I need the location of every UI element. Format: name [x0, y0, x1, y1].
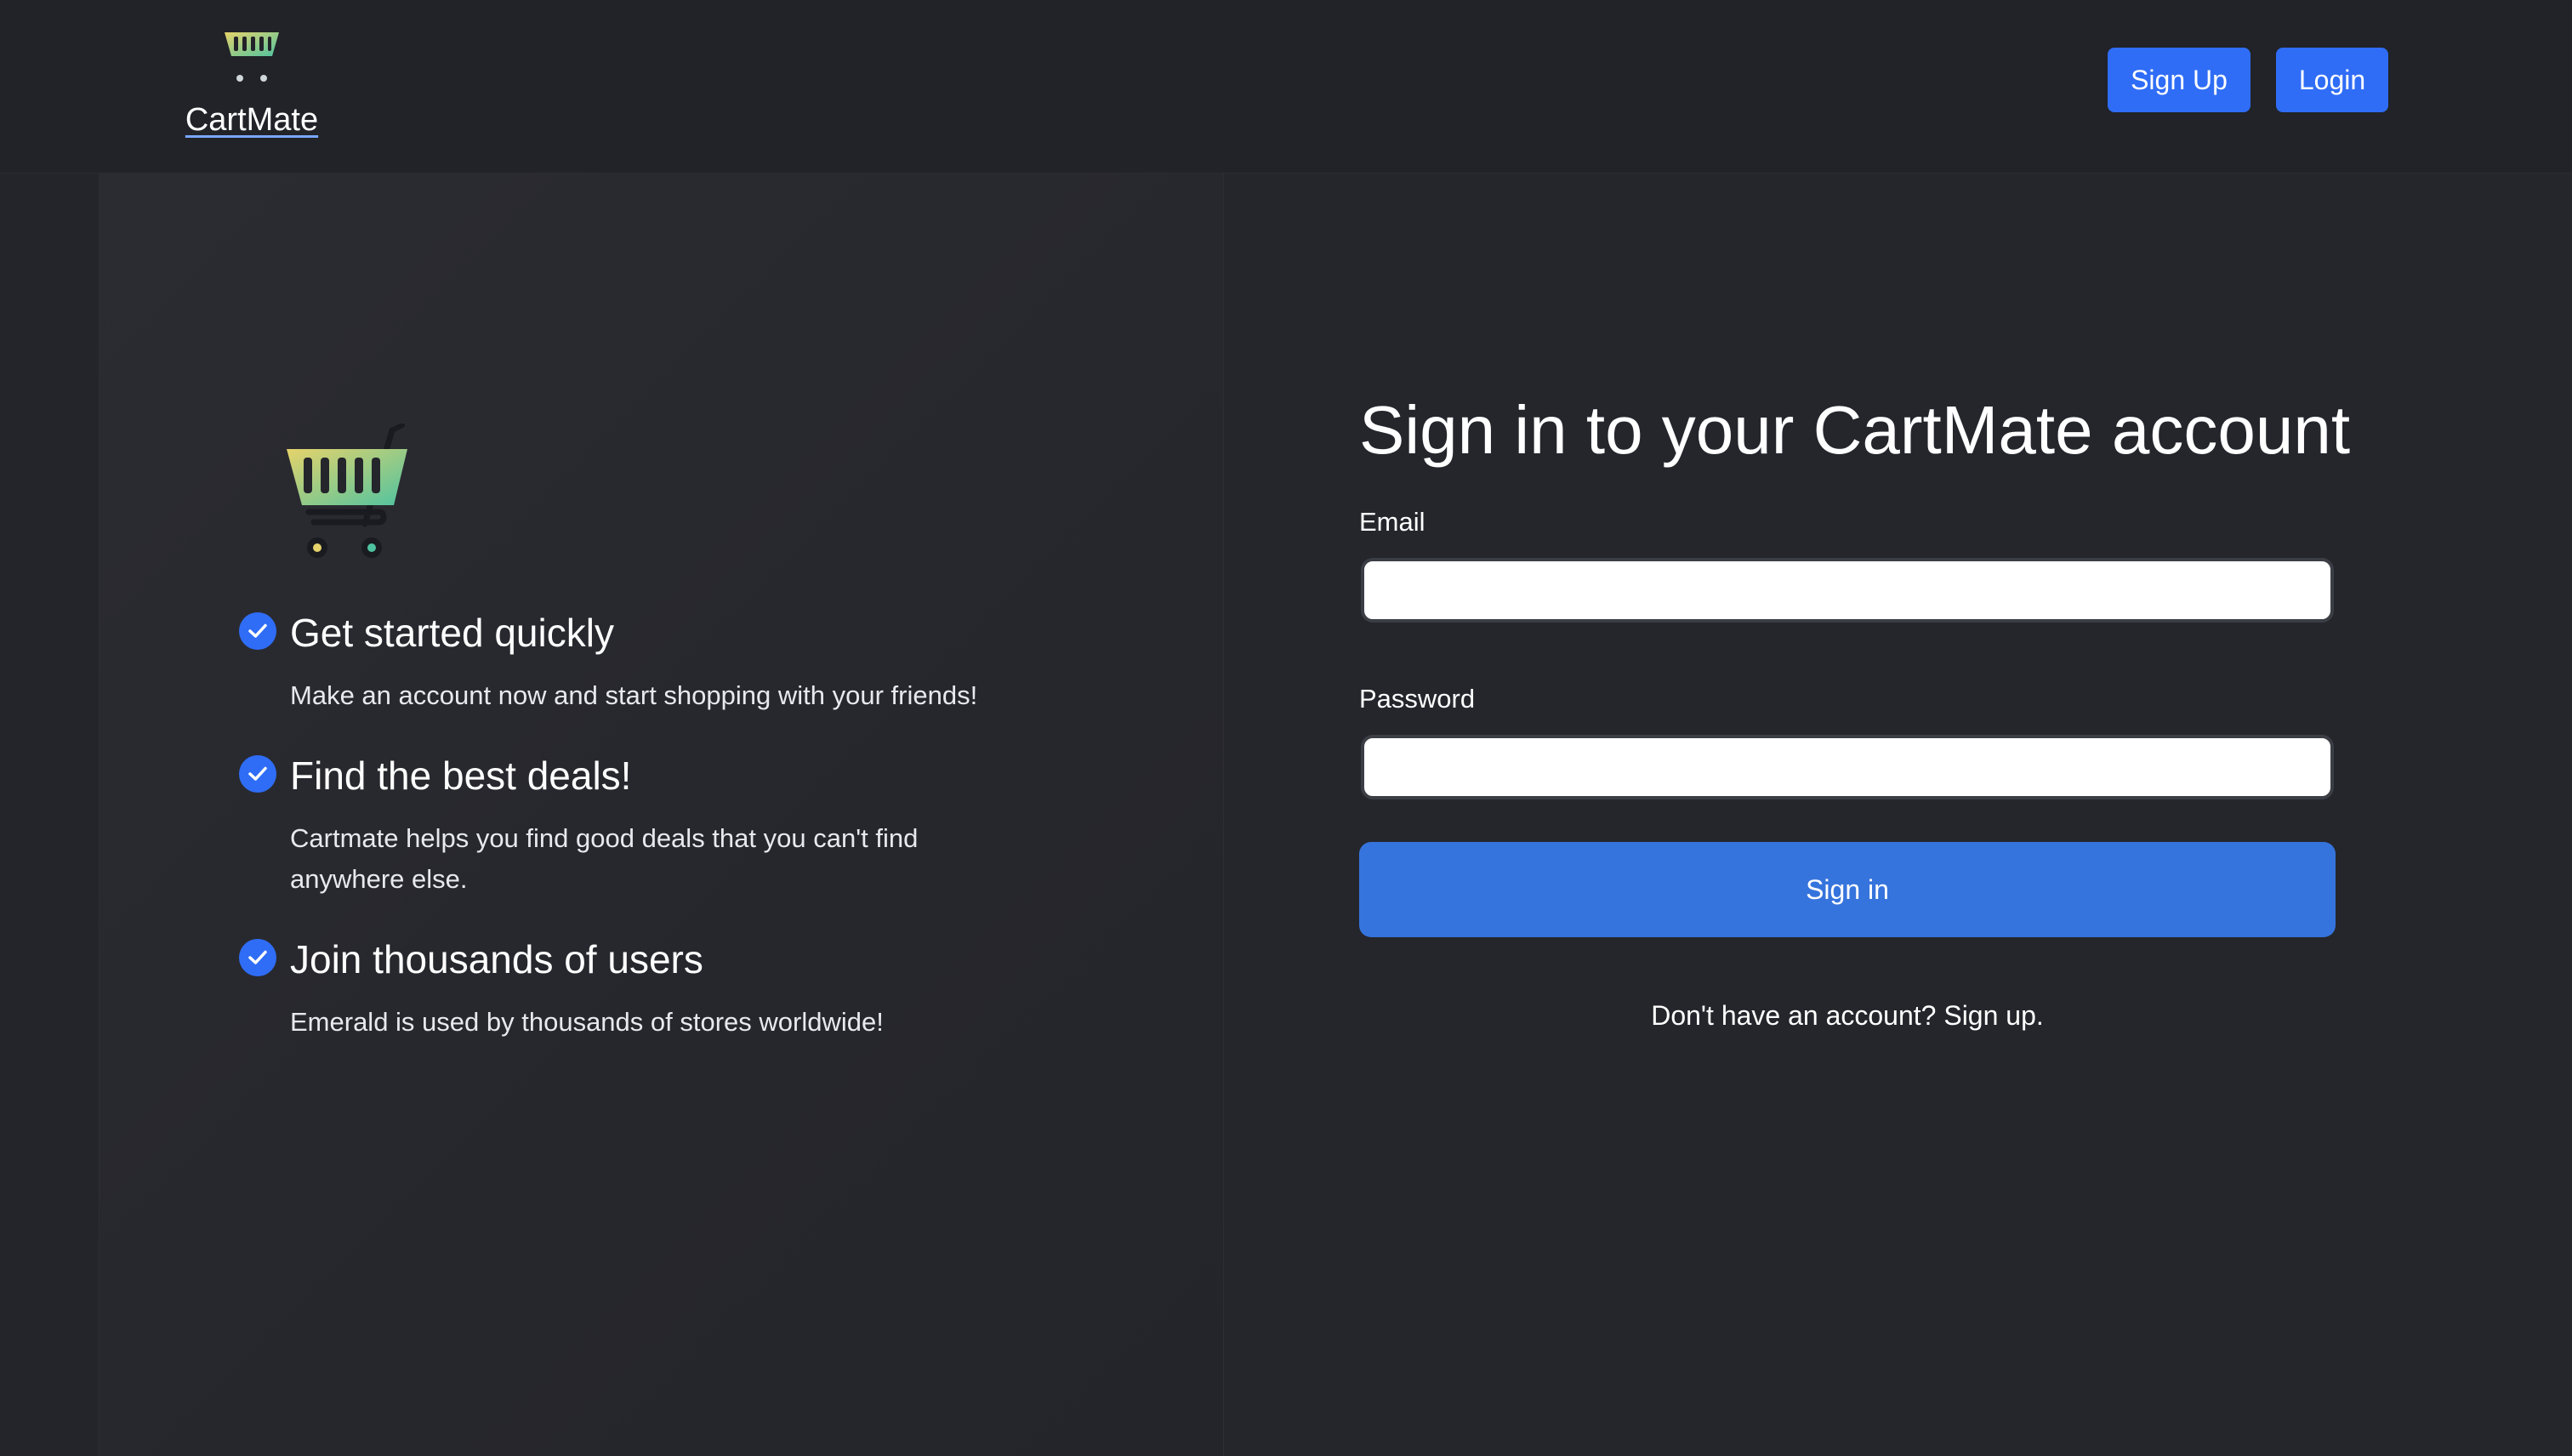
brand[interactable]: CartMate	[184, 24, 320, 139]
signup-button[interactable]: Sign Up	[2108, 48, 2250, 112]
feature-item: Get started quickly Make an account now …	[239, 607, 1090, 716]
brand-name-link[interactable]: CartMate	[184, 102, 320, 139]
shopping-cart-logo-icon	[225, 32, 279, 82]
feature-description: Cartmate helps you find good deals that …	[290, 823, 919, 894]
feature-item: Find the best deals! Cartmate helps you …	[239, 750, 1090, 900]
checkmark-icon	[239, 612, 276, 650]
feature-item: Join thousands of users Emerald is used …	[239, 934, 1090, 1043]
features-panel: Get started quickly Make an account now …	[99, 173, 1223, 1456]
feature-title: Get started quickly	[290, 611, 614, 655]
signin-panel	[1223, 173, 2572, 1456]
signin-button[interactable]: Sign in	[1359, 842, 2336, 937]
top-navbar: CartMate Sign Up Login	[0, 0, 2572, 173]
password-label: Password	[1359, 684, 1476, 714]
signup-link[interactable]: Don't have an account? Sign up.	[1359, 1000, 2336, 1032]
email-field[interactable]	[1361, 558, 2334, 623]
feature-description: Make an account now and start shopping w…	[290, 680, 978, 710]
feature-list: Get started quickly Make an account now …	[239, 607, 1090, 1077]
feature-description: Emerald is used by thousands of stores w…	[290, 1007, 884, 1037]
signin-title: Sign in to your CartMate account	[1359, 392, 2351, 468]
login-button[interactable]: Login	[2276, 48, 2388, 112]
main-content: Get started quickly Make an account now …	[0, 173, 2572, 1456]
password-field[interactable]	[1361, 735, 2334, 799]
feature-title: Join thousands of users	[290, 937, 703, 981]
checkmark-icon	[239, 755, 276, 793]
feature-title: Find the best deals!	[290, 754, 632, 798]
shopping-cart-icon	[287, 424, 407, 558]
checkmark-icon	[239, 939, 276, 976]
email-label: Email	[1359, 507, 1425, 537]
